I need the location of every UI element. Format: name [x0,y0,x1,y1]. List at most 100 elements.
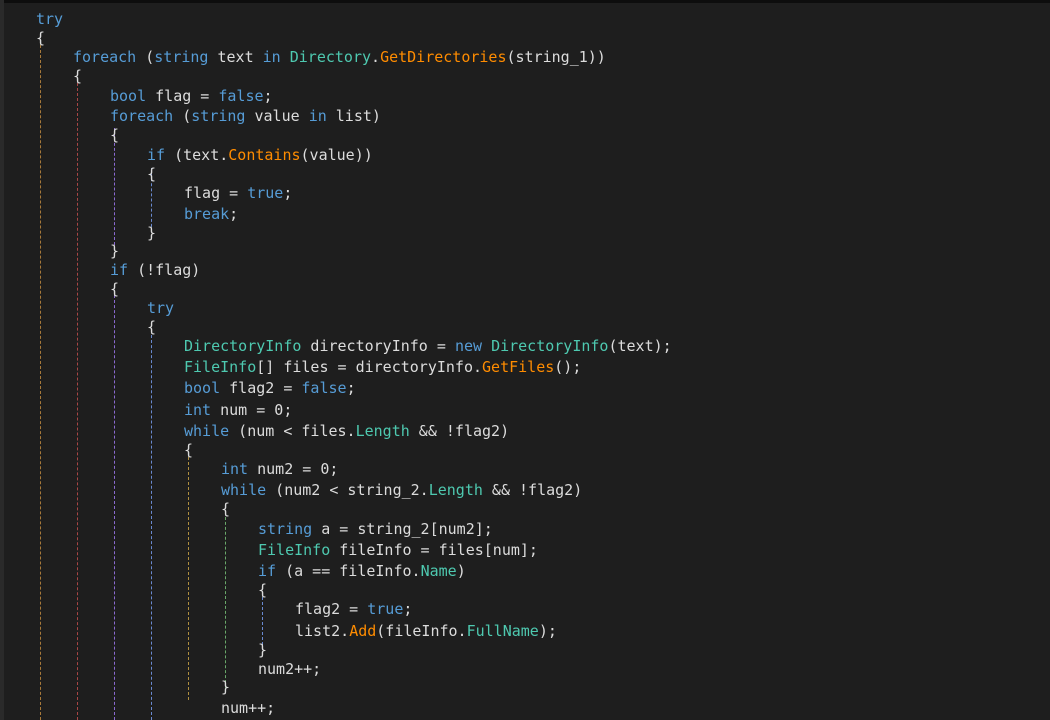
code-line[interactable]: { [36,28,45,48]
editor-top-border [0,0,1050,3]
code-token: (value)) [300,146,373,164]
code-token: { [147,318,157,336]
code-token: (!flag) [128,261,201,279]
code-token: bool [184,379,221,397]
code-token: { [184,441,194,459]
code-line[interactable]: { [110,279,119,299]
code-line[interactable]: } [258,640,267,660]
code-token: text [208,48,263,66]
code-token: ( [173,107,192,125]
code-line[interactable]: } [147,223,156,243]
code-line[interactable]: int num2 = 0; [221,459,338,479]
code-line[interactable]: flag = true; [184,183,292,203]
code-token: true [247,184,284,202]
code-token: fileInfo = files[num]; [330,541,538,559]
code-token: true [367,600,404,618]
code-line[interactable]: try [147,298,174,318]
code-token: && !flag2) [482,481,583,499]
code-line[interactable]: num++; [221,698,275,718]
code-line[interactable]: int num = 0; [184,400,292,420]
code-token: ; [283,184,293,202]
code-line[interactable]: string a = string_2[num2]; [258,519,493,539]
indent-guide [225,512,226,688]
indent-guide [40,40,41,720]
code-line[interactable]: { [73,66,82,86]
code-token: { [73,67,83,85]
code-token: Length [428,481,483,499]
code-token: (text); [608,337,672,355]
code-line[interactable]: { [147,317,156,337]
code-line[interactable]: break; [184,204,238,224]
code-token: (string_1)) [506,48,606,66]
code-token: int [221,460,249,478]
code-token: flag = [184,184,248,202]
code-line[interactable]: while (num2 < string_2.Length && !flag2) [221,480,582,500]
code-token: ; [229,205,239,223]
code-line[interactable]: if (a == fileInfo.Name) [258,561,466,581]
code-line[interactable]: { [147,164,156,184]
code-line[interactable]: FileInfo fileInfo = files[num]; [258,540,538,560]
code-token: ; [346,379,356,397]
code-line[interactable]: bool flag2 = false; [184,378,356,398]
code-token: foreach [73,48,137,66]
code-token: (num < files. [229,422,356,440]
code-line[interactable]: { [110,125,119,145]
code-line[interactable]: bool flag = false; [110,86,273,106]
code-editor[interactable]: try{foreach (string text in Directory.Ge… [0,0,1050,720]
code-token: false [218,87,264,105]
code-line[interactable]: { [258,580,267,600]
code-token: while [184,422,230,440]
code-line[interactable]: try [36,9,63,29]
code-line[interactable]: if (!flag) [110,260,200,280]
code-token: . [371,48,381,66]
indent-guide [114,128,115,245]
code-token: { [110,126,120,144]
code-token: directoryInfo = [301,337,455,355]
code-token: try [147,299,175,317]
code-token: list) [326,107,381,125]
code-line[interactable]: list2.Add(fileInfo.FullName); [295,621,557,641]
code-token: } [147,224,157,242]
code-token: { [258,581,268,599]
code-token: ; [263,87,273,105]
code-line[interactable]: while (num < files.Length && !flag2) [184,421,509,441]
code-line[interactable]: { [221,499,230,519]
code-token: int [184,401,212,419]
code-token: num = 0; [211,401,293,419]
editor-gutter [0,0,4,720]
code-token: num++; [221,699,276,717]
code-line[interactable]: foreach (string text in Directory.GetDir… [73,47,606,67]
code-token: (text. [165,146,229,164]
code-line[interactable]: DirectoryInfo directoryInfo = new Direct… [184,336,672,356]
code-token: ( [136,48,155,66]
code-token: (fileInfo. [376,622,467,640]
code-token: string [258,520,313,538]
code-token: { [110,280,120,298]
code-token: DirectoryInfo [184,337,302,355]
code-token: [] files = directoryInfo. [256,358,483,376]
code-token: num2 = 0; [248,460,339,478]
code-line[interactable]: flag2 = true; [295,599,412,619]
code-token: break [184,205,230,223]
code-token: FullName [466,622,539,640]
code-line[interactable]: FileInfo[] files = directoryInfo.GetFile… [184,357,581,377]
code-token: DirectoryInfo [491,337,609,355]
code-token: Add [349,622,377,640]
code-token: Directory [289,48,372,66]
code-token: } [110,242,120,260]
code-token: while [221,481,267,499]
code-token: (num2 < string_2. [266,481,429,499]
code-token: in [308,107,327,125]
code-token: Length [355,422,410,440]
code-line[interactable]: { [184,440,193,460]
code-line[interactable]: } [110,241,119,261]
code-line[interactable]: num2++; [258,659,321,679]
code-token: (a == fileInfo. [276,562,421,580]
code-token: flag2 = [220,379,302,397]
code-token: if [110,261,129,279]
code-line[interactable]: if (text.Contains(value)) [147,145,373,165]
code-line[interactable]: } [221,677,230,697]
code-token: GetFiles [482,358,555,376]
code-line[interactable]: foreach (string value in list) [110,106,381,126]
